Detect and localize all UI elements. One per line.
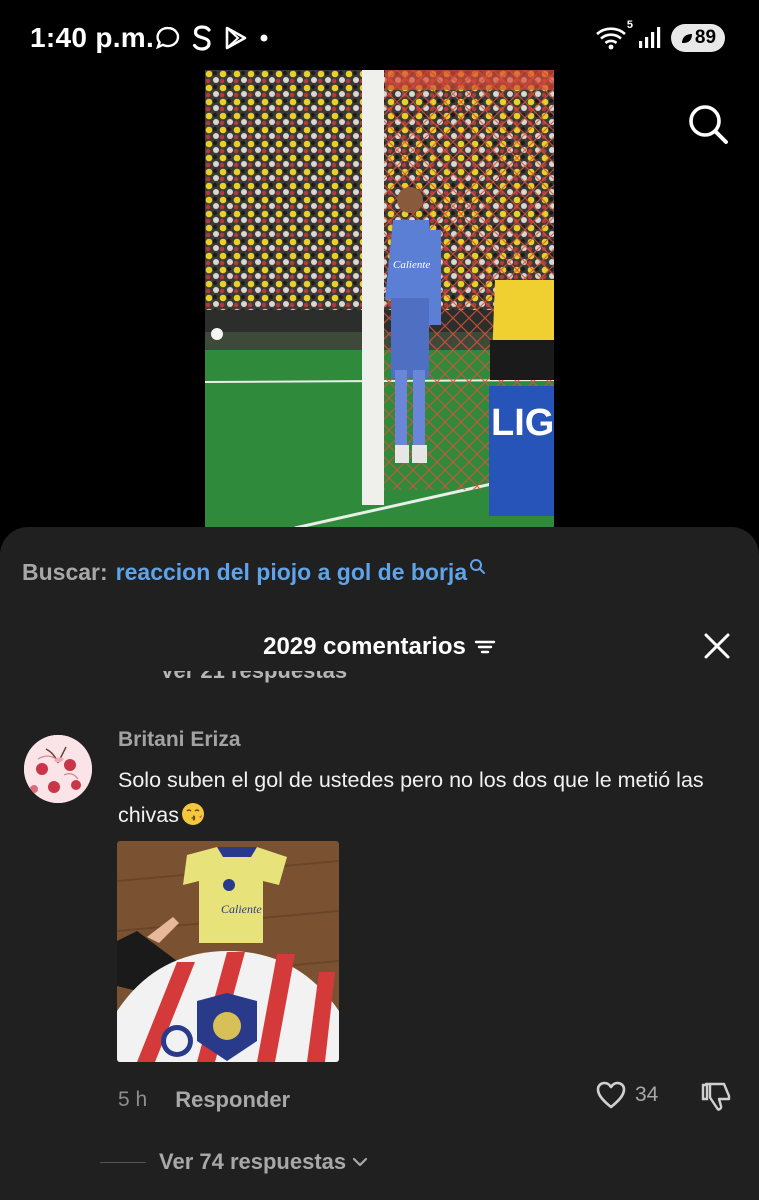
comment-timestamp: 5 h <box>118 1088 148 1111</box>
video-player[interactable]: Caliente LIG <box>205 70 554 528</box>
sort-filter-icon[interactable] <box>474 637 496 657</box>
comment-image[interactable]: Caliente <box>117 841 339 1062</box>
kissing-face-emoji-icon <box>181 802 205 826</box>
search-icon <box>689 105 728 144</box>
comments-sheet: Buscar: reaccion del piojo a gol de borj… <box>0 527 759 1200</box>
chevron-down-icon <box>352 1156 368 1168</box>
play-store-icon <box>223 25 249 51</box>
comment-text: Solo suben el gol de ustedes pero no los… <box>118 768 704 827</box>
comment-body: Solo suben el gol de ustedes pero no los… <box>118 763 738 833</box>
view-replies-button[interactable]: Ver 74 respuestas <box>100 1149 368 1175</box>
heart-icon <box>596 1081 626 1109</box>
battery-indicator: 89 <box>671 24 725 52</box>
search-button[interactable] <box>686 102 730 146</box>
comments-header: 2029 comentarios <box>0 627 759 667</box>
status-time: 1:40 p.m. <box>30 22 155 53</box>
jersey-photo: Caliente <box>117 841 339 1062</box>
search-mini-icon <box>469 553 486 580</box>
video-frame: Caliente LIG <box>205 70 554 528</box>
view-replies-label: Ver 74 respuestas <box>159 1149 347 1174</box>
search-term-link[interactable]: reaccion del piojo a gol de borja <box>116 559 467 586</box>
reply-button[interactable]: Responder <box>175 1087 290 1113</box>
battery-level: 89 <box>694 27 717 48</box>
cherry-avatar-image <box>24 735 92 803</box>
avatar[interactable] <box>24 735 92 803</box>
system-indicators: 5 89 <box>595 19 725 52</box>
thumbs-down-icon <box>701 1082 731 1111</box>
like-count: 34 <box>635 1083 659 1106</box>
leaf-icon <box>681 33 692 43</box>
like-button[interactable]: 34 <box>595 1080 658 1110</box>
wifi-badge: 5 <box>626 19 633 31</box>
close-button[interactable] <box>701 630 733 662</box>
replies-divider <box>100 1161 146 1163</box>
dot-icon <box>259 33 269 43</box>
signal-icon <box>637 26 661 50</box>
wifi-icon: 5 <box>595 19 633 51</box>
s-app-icon <box>191 24 213 52</box>
search-prefix: Buscar: <box>22 559 108 585</box>
svg-text:Caliente: Caliente <box>221 902 262 916</box>
comment-meta: 5 h Responder <box>118 1087 290 1113</box>
previous-replies-label: Ver 21 respuestas <box>160 671 347 684</box>
notification-icons <box>155 20 269 56</box>
close-icon <box>704 633 730 659</box>
status-bar: 1:40 p.m. 5 89 <box>0 0 759 72</box>
ad-board-text: LIG <box>491 402 554 444</box>
comment-author[interactable]: Britani Eriza <box>118 728 241 752</box>
comment-count: 2029 comentarios <box>263 633 466 660</box>
previous-view-replies[interactable]: Ver 21 respuestas <box>160 671 400 693</box>
dislike-button[interactable] <box>700 1080 734 1114</box>
jersey-sponsor-text: Caliente <box>393 259 430 271</box>
chat-bubble-icon <box>155 25 181 51</box>
related-search[interactable]: Buscar: reaccion del piojo a gol de borj… <box>22 559 486 586</box>
